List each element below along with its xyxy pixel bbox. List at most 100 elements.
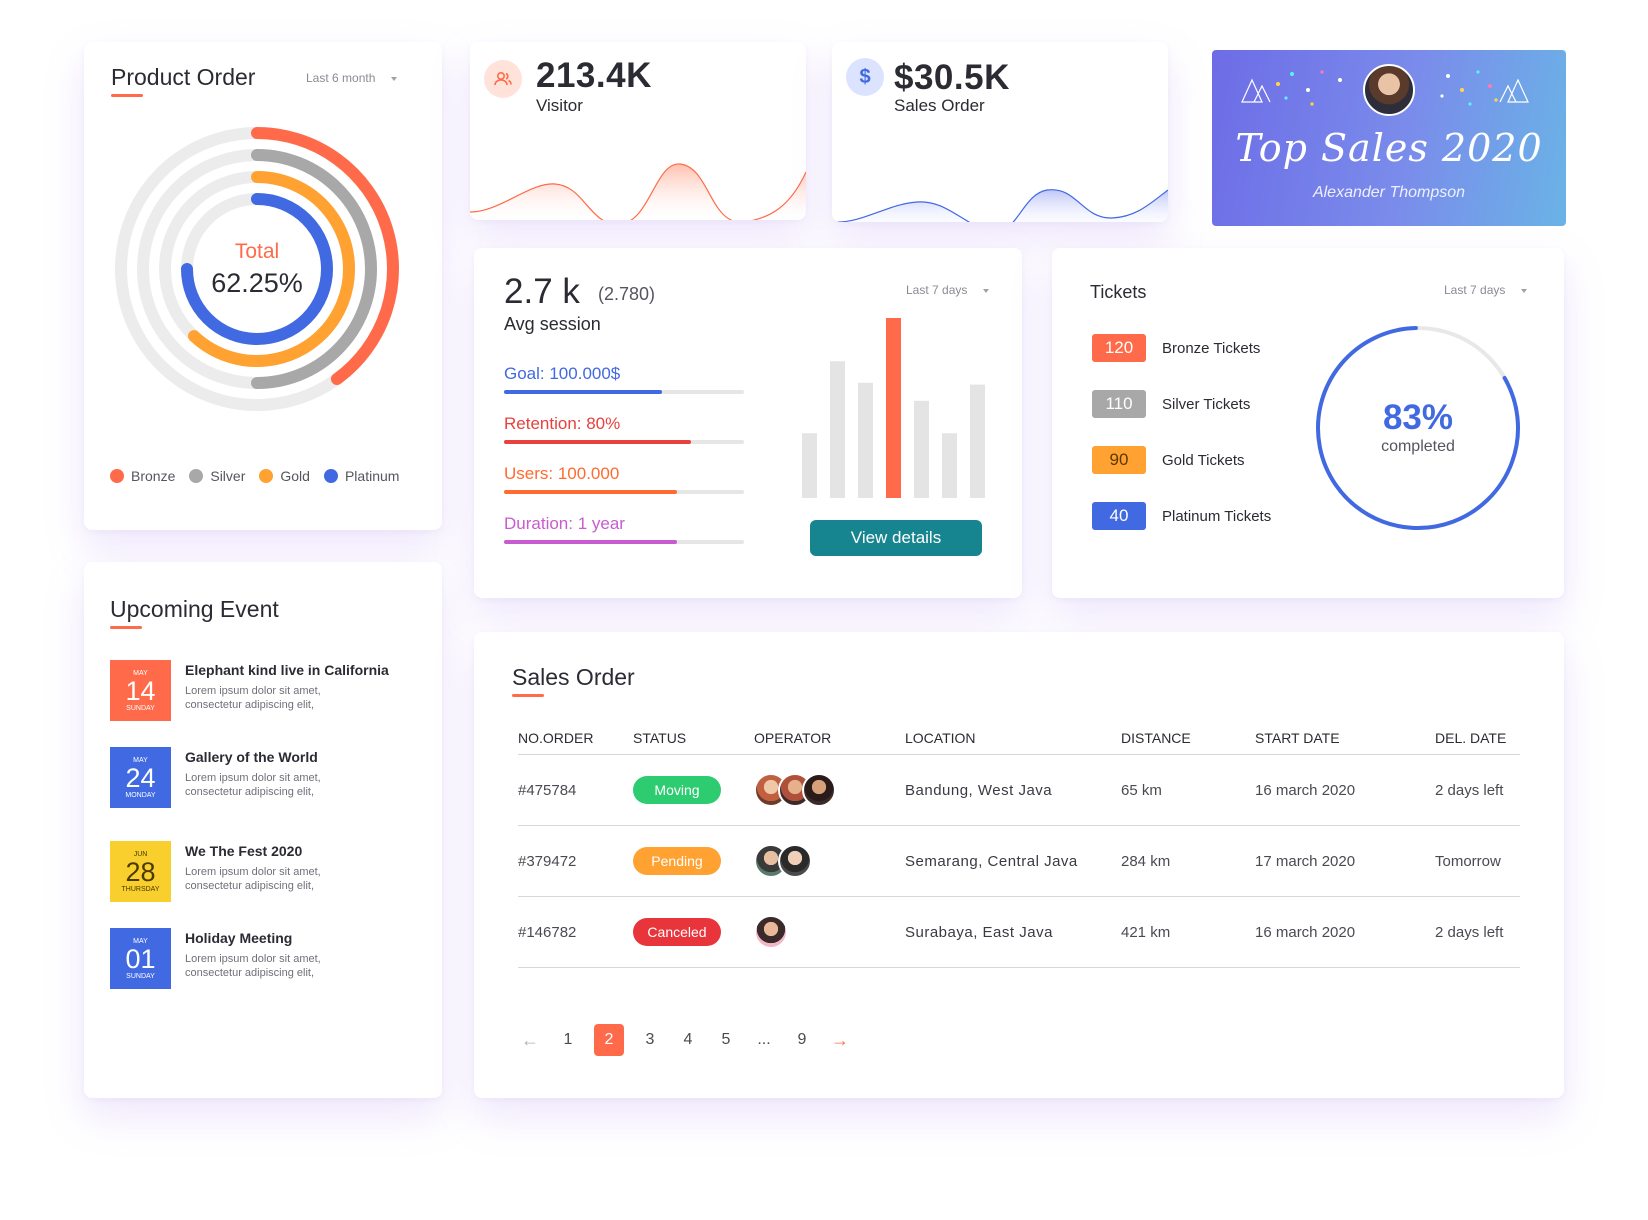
event-item[interactable]: JUN 28 THURSDAY We The Fest 2020 Lorem ipsu… [110, 841, 355, 902]
table-row[interactable]: #475784 Moving Bandung, West Java 65 km … [518, 754, 1520, 826]
distance: 65 km [1121, 754, 1255, 826]
event-weekday: MONDAY [125, 791, 156, 799]
start-date: 16 march 2020 [1255, 754, 1435, 826]
session-bar [914, 400, 929, 498]
event-item[interactable]: MAY 01 SUNDAY Holiday Meeting Lorem ipsum d… [110, 928, 355, 989]
tickets-card: Tickets Last 7 days 83% completed [1052, 248, 1564, 598]
avg-session-period-dropdown[interactable]: Last 7 days [906, 283, 990, 297]
page-link-active[interactable]: 2 [594, 1024, 624, 1056]
dollar-glyph: $ [859, 65, 871, 88]
event-item[interactable]: MAY 14 SUNDAY Elephant kind live in Califo… [110, 660, 389, 721]
avg-session-raw: (2.780) [598, 284, 656, 304]
chevron-down-icon [391, 76, 398, 81]
operator-avatars [754, 773, 905, 807]
chevron-down-icon [1521, 288, 1528, 293]
column-header[interactable]: START DATE [1255, 730, 1435, 755]
column-header[interactable]: DISTANCE [1121, 730, 1255, 755]
operator-cell [754, 754, 905, 826]
product-order-legend: Bronze Silver Gold Platinum [110, 468, 399, 484]
event-item[interactable]: MAY 24 MONDAY Gallery of the World Lorem ip… [110, 747, 355, 808]
sales-order-label: Sales Order [894, 96, 985, 115]
visitor-sparkline [470, 163, 806, 220]
ticket-row-platinum: 40 Platinum Tickets [1092, 502, 1271, 530]
chevron-down-icon [983, 288, 990, 293]
product-order-period-dropdown[interactable]: Last 6 month [306, 71, 398, 85]
table-row[interactable]: #379472 Pending Semarang, Central Java 2… [518, 825, 1520, 897]
page-link[interactable]: 5 [714, 1024, 738, 1056]
title-underline [110, 626, 142, 629]
ticket-row-silver: 110 Silver Tickets [1092, 390, 1250, 418]
operator-avatars [754, 844, 905, 878]
event-day: 14 [125, 675, 156, 706]
avg-session-value: 2.7 k [504, 272, 580, 311]
goal-progress-fill [504, 390, 663, 394]
avg-session-bar-chart [802, 318, 985, 498]
tickets-percent-label: completed [1381, 438, 1455, 455]
view-details-button[interactable]: View details [810, 520, 982, 556]
sales-order-metric-card: $ $30.5K Sales Order [832, 42, 1168, 222]
table-row[interactable]: #146782 Canceled Surabaya, East Java 421… [518, 896, 1520, 968]
ticket-label: Gold Tickets [1162, 451, 1245, 469]
title-underline [111, 94, 143, 97]
tickets-percent-block: 83% completed [1352, 398, 1484, 456]
event-weekday: THURSDAY [121, 885, 160, 893]
tickets-period: Last 7 days [1444, 283, 1506, 297]
legend-item-silver: Silver [189, 468, 245, 484]
ticket-label: Bronze Tickets [1162, 339, 1261, 357]
avatar [754, 915, 788, 949]
event-day: 28 [125, 856, 156, 887]
page-link[interactable]: 4 [676, 1024, 700, 1056]
session-bar [970, 384, 985, 498]
page-link[interactable]: 1 [556, 1024, 580, 1056]
legend-dot [259, 469, 274, 483]
event-text: Gallery of the World Lorem ipsum dolor si… [185, 747, 355, 808]
location: Surabaya, East Java [905, 896, 1121, 968]
event-text: Elephant kind live in California Lorem ip… [185, 660, 389, 721]
delivery-date: Tomorrow [1435, 825, 1520, 897]
sales-order-value: $30.5K [894, 58, 1010, 97]
event-title: Gallery of the World [185, 749, 318, 765]
event-date-badge: MAY 24 MONDAY [110, 747, 171, 808]
ticket-count: 110 [1092, 390, 1146, 418]
users-icon [484, 60, 522, 98]
ticket-label: Silver Tickets [1162, 395, 1251, 413]
total-value: 62.25% [211, 268, 303, 298]
column-header[interactable]: LOCATION [905, 730, 1121, 755]
legend-dot [323, 469, 338, 483]
upcoming-event-card: Upcoming Event [84, 562, 442, 1098]
column-header[interactable]: DEL. DATE [1435, 730, 1520, 755]
legend-label: Gold [280, 468, 310, 484]
event-desc: Lorem ipsum dolor sit amet, consectetur … [185, 685, 321, 711]
users-progress [504, 490, 744, 494]
retention-label: Retention: 80% [504, 414, 621, 433]
session-bar [830, 361, 845, 498]
retention-progress-fill [504, 440, 692, 444]
legend-dot [110, 469, 124, 483]
goal-label: Goal: 100.000$ [504, 364, 621, 383]
order-number: #475784 [518, 754, 633, 826]
product-order-card: Product Order Last 6 month Total 62.25% [84, 42, 442, 530]
page-link[interactable]: 9 [790, 1024, 814, 1056]
top-sales-avatar [1363, 64, 1415, 116]
column-header[interactable]: OPERATOR [754, 730, 905, 755]
tickets-period-dropdown[interactable]: Last 7 days [1444, 283, 1528, 297]
title-underline [512, 694, 544, 697]
sales-order-table: NO.ORDER STATUS OPERATOR LOCATION DISTAN… [518, 730, 1520, 968]
duration-progress-fill [504, 540, 677, 544]
location: Semarang, Central Java [905, 825, 1121, 897]
ticket-count: 40 [1092, 502, 1146, 530]
arrow-left-icon[interactable]: ← [518, 1024, 542, 1056]
event-title: Holiday Meeting [185, 930, 293, 946]
session-bar [858, 382, 873, 498]
column-header[interactable]: STATUS [633, 730, 754, 755]
column-header[interactable]: NO.ORDER [518, 730, 633, 755]
delivery-date: 2 days left [1435, 896, 1520, 968]
arrow-right-icon[interactable]: → [828, 1024, 852, 1056]
distance: 284 km [1121, 825, 1255, 897]
users-progress-fill [504, 490, 677, 494]
page-link[interactable]: 3 [638, 1024, 662, 1056]
operator-avatars [754, 915, 905, 949]
event-weekday: SUNDAY [126, 972, 155, 980]
event-desc: Lorem ipsum dolor sit amet, consectetur … [185, 866, 321, 892]
start-date: 17 march 2020 [1255, 825, 1435, 897]
